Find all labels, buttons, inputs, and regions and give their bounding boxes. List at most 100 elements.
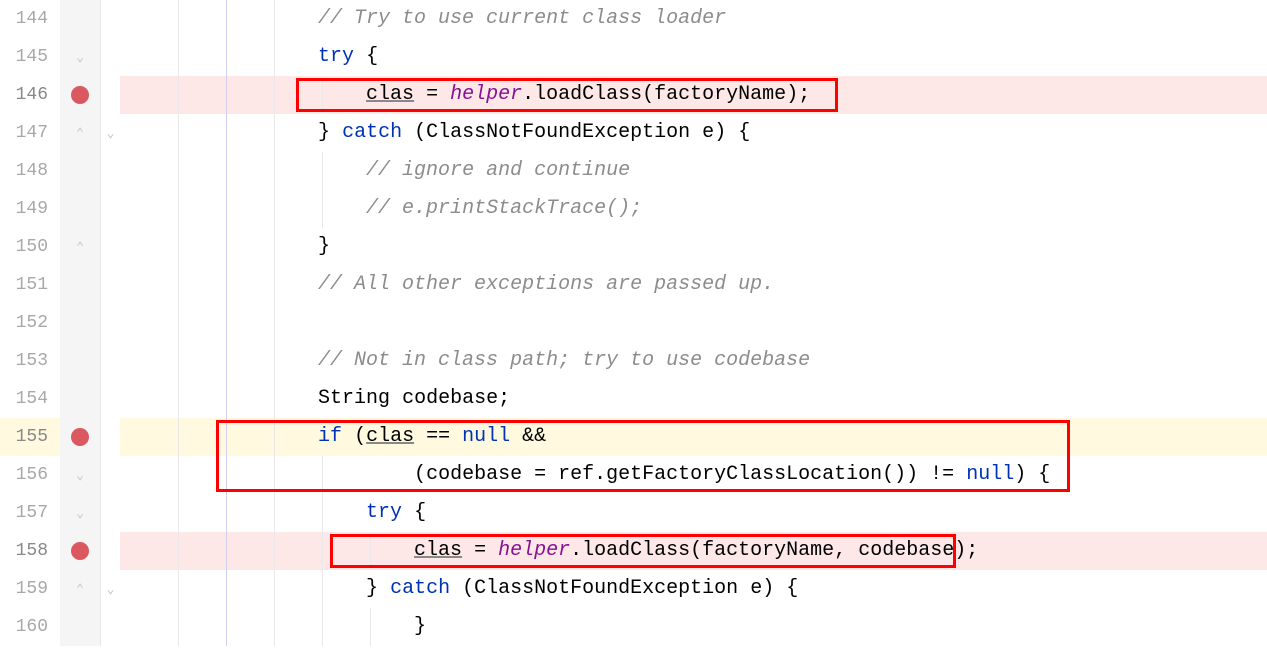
- breakpoint-gutter[interactable]: ⌄: [60, 38, 100, 76]
- paren-open: (: [462, 570, 474, 608]
- space: [690, 114, 702, 152]
- line-number: 154: [0, 380, 60, 418]
- space: [510, 418, 522, 456]
- fold-gutter[interactable]: [100, 532, 120, 570]
- space: [450, 570, 462, 608]
- fold-marker-icon[interactable]: ⌃: [76, 583, 84, 596]
- line-number: 148: [0, 152, 60, 190]
- code-editor[interactable]: 144 // Try to use current class loader 1…: [0, 0, 1267, 646]
- fold-gutter[interactable]: [100, 418, 120, 456]
- line-number: 153: [0, 342, 60, 380]
- fold-gutter[interactable]: [100, 608, 120, 646]
- dot: .: [594, 456, 606, 494]
- breakpoint-gutter[interactable]: [60, 608, 100, 646]
- line-number: 159: [0, 570, 60, 608]
- fold-gutter[interactable]: ⌄: [100, 570, 120, 608]
- indent: [126, 342, 318, 380]
- fold-marker-icon[interactable]: ⌃: [76, 241, 84, 254]
- code-line: 154 String codebase;: [0, 380, 1267, 418]
- fold-gutter[interactable]: [100, 494, 120, 532]
- breakpoint-gutter[interactable]: [60, 266, 100, 304]
- fold-gutter[interactable]: [100, 152, 120, 190]
- type-cnfe: ClassNotFoundException: [426, 114, 690, 152]
- breakpoint-gutter[interactable]: ⌃: [60, 570, 100, 608]
- breakpoint-gutter[interactable]: ⌄: [60, 494, 100, 532]
- brace-close: }: [414, 608, 426, 646]
- breakpoint-icon[interactable]: [71, 542, 89, 560]
- code-line-breakpoint: 158 clas = helper.loadClass(factoryName,…: [0, 532, 1267, 570]
- fold-gutter[interactable]: [100, 76, 120, 114]
- fold-gutter[interactable]: [100, 0, 120, 38]
- fold-marker-icon[interactable]: ⌄: [107, 583, 115, 596]
- code-content[interactable]: }: [120, 608, 1267, 646]
- breakpoint-gutter[interactable]: [60, 532, 100, 570]
- breakpoint-gutter[interactable]: [60, 380, 100, 418]
- breakpoint-gutter[interactable]: [60, 152, 100, 190]
- fold-gutter[interactable]: [100, 38, 120, 76]
- line-number: 144: [0, 0, 60, 38]
- keyword-try: try: [318, 38, 354, 76]
- code-content[interactable]: // Try to use current class loader: [120, 0, 1267, 38]
- code-content[interactable]: // Not in class path; try to use codebas…: [120, 342, 1267, 380]
- fold-gutter[interactable]: [100, 304, 120, 342]
- code-line: 159 ⌃ ⌄ } catch (ClassNotFoundException …: [0, 570, 1267, 608]
- fold-marker-icon[interactable]: ⌃: [76, 127, 84, 140]
- breakpoint-gutter[interactable]: ⌃: [60, 114, 100, 152]
- space: [330, 114, 342, 152]
- line-number: 147: [0, 114, 60, 152]
- breakpoint-gutter[interactable]: [60, 0, 100, 38]
- space: [1026, 456, 1038, 494]
- indent: [126, 0, 318, 38]
- fold-marker-icon[interactable]: ⌄: [76, 51, 84, 64]
- fold-gutter[interactable]: [100, 228, 120, 266]
- code-content[interactable]: try {: [120, 494, 1267, 532]
- breakpoint-icon[interactable]: [71, 86, 89, 104]
- brace-open: {: [414, 494, 426, 532]
- code-line: 145 ⌄ try {: [0, 38, 1267, 76]
- breakpoint-gutter[interactable]: [60, 304, 100, 342]
- space: [342, 418, 354, 456]
- space: [390, 380, 402, 418]
- code-content[interactable]: // e.printStackTrace();: [120, 190, 1267, 228]
- code-content[interactable]: }: [120, 228, 1267, 266]
- op-eq: =: [462, 532, 498, 570]
- keyword-try: try: [366, 494, 402, 532]
- breakpoint-gutter[interactable]: [60, 76, 100, 114]
- code-content[interactable]: [120, 304, 1267, 342]
- brace-open: {: [786, 570, 798, 608]
- code-content[interactable]: try {: [120, 38, 1267, 76]
- breakpoint-gutter[interactable]: [60, 190, 100, 228]
- literal-null: null: [966, 456, 1014, 494]
- fold-gutter[interactable]: ⌄: [100, 114, 120, 152]
- field-helper: helper: [498, 532, 570, 570]
- space: [354, 38, 366, 76]
- fold-marker-icon[interactable]: ⌄: [76, 507, 84, 520]
- fold-marker-icon[interactable]: ⌄: [107, 127, 115, 140]
- code-content[interactable]: } catch (ClassNotFoundException e) {: [120, 114, 1267, 152]
- breakpoint-gutter[interactable]: [60, 418, 100, 456]
- code-content[interactable]: String codebase;: [120, 380, 1267, 418]
- code-content[interactable]: } catch (ClassNotFoundException e) {: [120, 570, 1267, 608]
- code-content[interactable]: clas = helper.loadClass(factoryName, cod…: [120, 532, 1267, 570]
- fold-gutter[interactable]: [100, 380, 120, 418]
- fold-gutter[interactable]: [100, 190, 120, 228]
- semicolon: ;: [966, 532, 978, 570]
- fold-gutter[interactable]: [100, 342, 120, 380]
- breakpoint-gutter[interactable]: [60, 342, 100, 380]
- fold-marker-icon[interactable]: ⌄: [76, 469, 84, 482]
- code-content[interactable]: (codebase = ref.getFactoryClassLocation(…: [120, 456, 1267, 494]
- code-content[interactable]: // ignore and continue: [120, 152, 1267, 190]
- var-codebase: codebase: [402, 380, 498, 418]
- breakpoint-icon[interactable]: [71, 428, 89, 446]
- code-line: 160 }: [0, 608, 1267, 646]
- code-content[interactable]: clas = helper.loadClass(factoryName);: [120, 76, 1267, 114]
- code-line: 151 // All other exceptions are passed u…: [0, 266, 1267, 304]
- breakpoint-gutter[interactable]: ⌃: [60, 228, 100, 266]
- code-content[interactable]: if (clas == null &&: [120, 418, 1267, 456]
- keyword-catch: catch: [390, 570, 450, 608]
- breakpoint-gutter[interactable]: ⌄: [60, 456, 100, 494]
- fold-gutter[interactable]: [100, 266, 120, 304]
- code-content[interactable]: // All other exceptions are passed up.: [120, 266, 1267, 304]
- fold-gutter[interactable]: [100, 456, 120, 494]
- field-helper: helper: [450, 76, 522, 114]
